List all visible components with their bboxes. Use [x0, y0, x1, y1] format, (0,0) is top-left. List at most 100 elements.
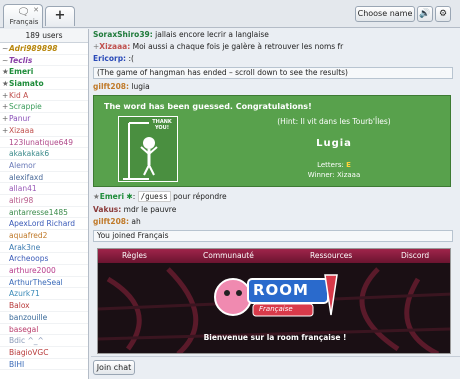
user-name: 123lunatique649: [9, 137, 73, 147]
user-name: allan41: [9, 184, 37, 194]
user-list-item[interactable]: ArthurTheSeal: [0, 277, 88, 289]
user-name: altir98: [9, 195, 34, 205]
hangman-gallows-image: THANK YOU!: [118, 116, 178, 182]
rank-symbol: +: [2, 125, 9, 135]
nav-community-link[interactable]: Communauté: [203, 251, 254, 260]
guess-command: /guess: [137, 191, 171, 202]
chat-username[interactable]: Ericorp:: [93, 54, 126, 63]
chat-text: ah: [131, 217, 141, 226]
chat-username[interactable]: SoraxShiro39:: [93, 30, 153, 39]
chat-message: ★Emeri ✱: /guess pour répondre: [93, 191, 227, 202]
rank-symbol: ~: [2, 44, 9, 53]
user-list: 189 users ~Adri989898 ~Teclis ★Emeri ★Siama…: [0, 29, 89, 379]
rank-symbol: ~: [2, 55, 9, 65]
letters-value: E: [346, 161, 351, 169]
rank-symbol: ★: [93, 192, 100, 201]
chat-username[interactable]: gilft208:: [93, 82, 129, 91]
user-list-item[interactable]: akakakak6: [0, 148, 88, 160]
user-list-item[interactable]: ~Adri989898: [0, 43, 88, 55]
user-list-item[interactable]: BiagioVGC: [0, 347, 88, 359]
chat-username[interactable]: Emeri: [100, 192, 124, 201]
user-list-item[interactable]: Arak3ne: [0, 242, 88, 254]
user-list-item[interactable]: allan41: [0, 183, 88, 195]
logo-francaise-text: Française: [259, 305, 293, 313]
top-bar: 🗨 ✕ Français + Choose name 🔊 ⚙: [0, 0, 460, 28]
user-list-item[interactable]: Alemor: [0, 160, 88, 172]
nav-discord-link[interactable]: Discord: [401, 251, 429, 260]
user-list-item[interactable]: ~Teclis: [0, 55, 88, 67]
user-list-item[interactable]: altir98: [0, 195, 88, 207]
tab-francais[interactable]: 🗨 ✕ Français: [3, 4, 43, 28]
logo-room-text: ROOM: [253, 281, 309, 299]
user-list-item[interactable]: +Xizaaa: [0, 125, 88, 137]
user-list-item[interactable]: basegal: [0, 324, 88, 336]
chat-username[interactable]: Vakus:: [93, 205, 121, 214]
user-list-item[interactable]: arthure2000: [0, 265, 88, 277]
chat-message: gilft208: lugia: [93, 82, 150, 92]
hangman-result-box: The word has been guessed. Congratulatio…: [93, 95, 451, 187]
user-name: ApexLord Richard: [9, 219, 76, 229]
user-name: aquafred2: [9, 231, 48, 240]
settings-button[interactable]: ⚙: [435, 6, 451, 22]
user-list-item[interactable]: +Kid A: [0, 90, 88, 102]
chat-message: +Xizaaa: Moi aussi a chaque fois je galè…: [93, 42, 343, 52]
user-list-item[interactable]: banzouille: [0, 312, 88, 324]
room-francaise-logo: ROOM Française: [203, 271, 343, 323]
user-list-item[interactable]: ★Siamato: [0, 78, 88, 90]
user-name: Alemor: [9, 160, 36, 170]
hangman-hint: (Hint: Il vit dans les Tourb'Îles): [277, 117, 391, 126]
chat-text: lugia: [131, 82, 150, 91]
user-list-item[interactable]: Balox: [0, 300, 88, 312]
user-name: Archeoops: [9, 254, 49, 264]
user-list-item[interactable]: ★Emeri: [0, 66, 88, 79]
nav-resources-link[interactable]: Ressources: [310, 251, 352, 260]
user-list-item[interactable]: Bdic ^_^: [0, 335, 88, 347]
letters-label: Letters:: [317, 161, 347, 169]
user-name: alexifaxd: [9, 172, 44, 182]
chat-text: pour répondre: [173, 192, 227, 201]
user-name: Kid A: [9, 90, 29, 100]
speech-bubble-icon: 🗨: [17, 7, 30, 18]
nav-rules-link[interactable]: Règles: [122, 251, 147, 260]
add-tab-button[interactable]: +: [45, 6, 75, 26]
user-name: Emeri: [9, 67, 34, 77]
user-name: ArthurTheSeal: [9, 277, 63, 287]
user-list-item[interactable]: Azurk71: [0, 288, 88, 301]
user-name: antarresse1485: [9, 207, 68, 217]
user-list-item[interactable]: antarresse1485: [0, 207, 88, 219]
rank-symbol: +: [2, 114, 9, 124]
user-list-item[interactable]: +Panur: [0, 113, 88, 125]
user-list-item[interactable]: +Scrappie: [0, 101, 88, 114]
thank-you-text: THANK YOU!: [152, 119, 172, 131]
user-name: basegal: [9, 324, 39, 334]
chat-message: Vakus: mdr le pauvre: [93, 205, 176, 215]
hangman-title: The word has been guessed. Congratulatio…: [104, 102, 312, 111]
chat-username[interactable]: gilft208:: [93, 217, 129, 226]
user-name: Panur: [9, 114, 31, 124]
user-list-item[interactable]: ApexLord Richard: [0, 218, 88, 230]
user-name: akakakak6: [9, 149, 50, 159]
chat-username[interactable]: Xizaaa:: [99, 42, 130, 51]
choose-name-button[interactable]: Choose name: [355, 6, 415, 22]
chat-text: mdr le pauvre: [123, 205, 177, 214]
user-list-item[interactable]: aquafred2: [0, 230, 88, 242]
user-name: BIHI: [9, 359, 25, 369]
close-tab-icon[interactable]: ✕: [33, 6, 39, 14]
sound-button[interactable]: 🔊: [417, 6, 433, 22]
user-name: Scrappie: [9, 102, 42, 112]
user-name: banzouille: [9, 312, 48, 322]
chat-message: Ericorp: :(: [93, 54, 134, 64]
user-count: 189 users: [0, 29, 88, 43]
rank-symbol: +: [2, 90, 9, 100]
user-list-item[interactable]: Archeoops: [0, 253, 88, 266]
user-list-item[interactable]: 123lunatique649: [0, 137, 88, 149]
user-list-item[interactable]: alexifaxd: [0, 172, 88, 184]
join-chat-button[interactable]: Join chat: [93, 360, 135, 375]
chat-text: jallais encore lecrir a langlaise: [155, 30, 269, 39]
user-name: Balox: [9, 301, 30, 311]
user-list-item[interactable]: BIHI: [0, 359, 88, 371]
hangman-word: Lugia: [316, 138, 352, 149]
chat-message: gilft208: ah: [93, 217, 141, 227]
chat-text: Moi aussi a chaque fois je galère à retr…: [132, 42, 344, 51]
user-name: Adri989898: [9, 44, 58, 53]
